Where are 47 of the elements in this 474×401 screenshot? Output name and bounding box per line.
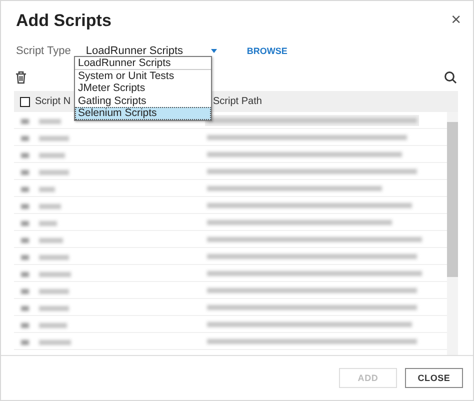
trash-icon[interactable] (15, 70, 27, 84)
redacted-text (39, 204, 61, 209)
redacted-text (39, 153, 65, 158)
redacted-checkbox (21, 187, 29, 192)
dialog-button[interactable]: CLOSE (405, 368, 463, 388)
close-button[interactable]: × (447, 11, 465, 28)
redacted-text (39, 272, 71, 277)
redacted-text (39, 119, 61, 124)
dropdown-option[interactable]: System or Unit Tests (75, 70, 211, 82)
select-all-checkbox[interactable] (20, 96, 30, 106)
dialog-title: Add Scripts (16, 11, 112, 31)
caret-icon (210, 49, 217, 53)
redacted-text (39, 340, 71, 345)
redacted-checkbox (21, 340, 29, 345)
search-icon[interactable] (444, 70, 457, 84)
redacted-text (39, 255, 69, 260)
redacted-text (39, 187, 55, 192)
redacted-checkbox (21, 221, 29, 226)
redacted-text (39, 323, 67, 328)
redacted-checkbox (21, 136, 29, 141)
column-header: Script Path (213, 96, 262, 107)
redacted-checkbox (21, 204, 29, 209)
redacted-text (39, 289, 69, 294)
redacted-text (39, 306, 69, 311)
script-type-select[interactable]: LoadRunner Scripts (82, 45, 221, 57)
redacted-text (39, 238, 63, 243)
redacted-text (39, 221, 57, 226)
dropdown-option[interactable]: LoadRunner Scripts (75, 57, 211, 70)
redacted-checkbox (21, 238, 29, 243)
script-type-label: Script Type (16, 45, 71, 57)
redacted-checkbox (21, 170, 29, 175)
dropdown-option[interactable]: JMeter Scripts (75, 82, 211, 95)
redacted-checkbox (21, 272, 29, 277)
redacted-checkbox (21, 153, 29, 158)
redacted-checkbox (21, 289, 29, 294)
redacted-checkbox (21, 306, 29, 311)
browse-link[interactable]: BROWSE (246, 46, 288, 56)
redacted-text (39, 136, 69, 141)
scrollbar[interactable] (447, 112, 458, 355)
redacted-checkbox (21, 323, 29, 328)
column-header: Script N (35, 96, 71, 107)
dropdown-option[interactable]: Selenium Scripts (75, 107, 211, 120)
redacted-checkbox (21, 255, 29, 260)
redacted-text (39, 170, 69, 175)
dropdown-option[interactable]: Gatling Scripts (75, 94, 211, 108)
redacted-checkbox (21, 119, 29, 124)
scrollbar-thumb[interactable] (447, 122, 458, 277)
